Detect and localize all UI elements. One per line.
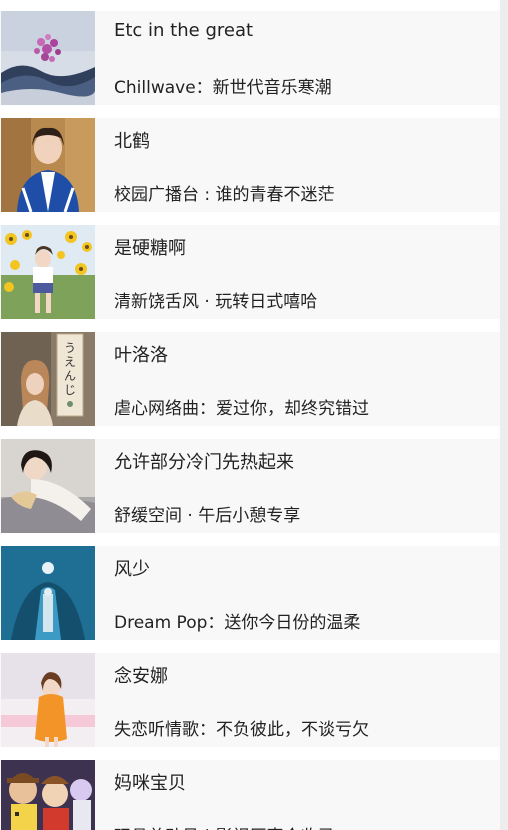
playlist-title[interactable]: 北鹤 (114, 127, 150, 153)
list-item[interactable]: 允许部分冷门先热起来 舒缓空间 · 午后小憩专享 (0, 439, 500, 533)
playlist-cover[interactable]: う え ん じ (1, 332, 95, 426)
playlist-title[interactable]: 允许部分冷门先热起来 (114, 448, 294, 474)
playlist-cover[interactable] (1, 546, 95, 640)
playlist-title[interactable]: 叶洛洛 (114, 341, 168, 367)
playlist-subtitle[interactable]: 虐心网络曲：爱过你，却终究错过 (114, 394, 369, 419)
playlist-cover[interactable] (1, 653, 95, 747)
playlist-subtitle[interactable]: 玩具总动员 | 影视原声合收录 (114, 822, 335, 830)
svg-text:じ: じ (64, 383, 76, 397)
scrollbar-thumb[interactable] (500, 0, 508, 830)
playlist-title[interactable]: 妈咪宝贝 (114, 769, 186, 795)
playlist-list: Etc in the great Chillwave：新世代音乐寒潮 北鹤 校园… (0, 0, 508, 830)
list-item[interactable]: Etc in the great Chillwave：新世代音乐寒潮 (0, 11, 500, 105)
cover-image-blue-ocean-figure (1, 546, 95, 640)
cover-image-girl-orange-dress (1, 653, 95, 747)
list-item[interactable]: 妈咪宝贝 玩具总动员 | 影视原声合收录 (0, 760, 500, 830)
station-sign-kana: う (64, 341, 76, 355)
playlist-cover[interactable] (1, 439, 95, 533)
svg-text:え: え (64, 355, 76, 369)
list-item[interactable]: 是硬糖啊 清新饶舌风 · 玩转日式嘻哈 (0, 225, 500, 319)
playlist-subtitle[interactable]: 舒缓空间 · 午后小憩专享 (114, 501, 300, 526)
cover-image-girl-resting (1, 439, 95, 533)
playlist-subtitle[interactable]: 清新饶舌风 · 玩转日式嘻哈 (114, 287, 317, 312)
list-item[interactable]: 北鹤 校园广播台 : 谁的青春不迷茫 (0, 118, 500, 212)
playlist-title[interactable]: 念安娜 (114, 662, 168, 688)
playlist-title[interactable]: Etc in the great (114, 20, 253, 41)
playlist-cover[interactable] (1, 225, 95, 319)
playlist-subtitle[interactable]: 失恋听情歌：不负彼此，不谈亏欠 (114, 715, 369, 740)
playlist-cover[interactable] (1, 760, 95, 830)
cover-image-toy-story-characters (1, 760, 95, 830)
playlist-subtitle[interactable]: Dream Pop：送你今日份的温柔 (114, 608, 360, 633)
playlist-cover[interactable] (1, 118, 95, 212)
playlist-subtitle[interactable]: 校园广播台 : 谁的青春不迷茫 (114, 180, 335, 205)
playlist-subtitle[interactable]: Chillwave：新世代音乐寒潮 (114, 73, 332, 98)
list-item[interactable]: う え ん じ 叶洛洛 虐心网络曲：爱过你，却终究错过 (0, 332, 500, 426)
playlist-cover[interactable] (1, 11, 95, 105)
list-item[interactable]: 风少 Dream Pop：送你今日份的温柔 (0, 546, 500, 640)
playlist-title[interactable]: 是硬糖啊 (114, 234, 186, 260)
playlist-title[interactable]: 风少 (114, 555, 150, 581)
scrollbar-track[interactable] (500, 0, 508, 830)
svg-text:ん: ん (64, 369, 76, 383)
cover-image-sunflowers-anime (1, 225, 95, 319)
list-item[interactable]: 念安娜 失恋听情歌：不负彼此，不谈亏欠 (0, 653, 500, 747)
cover-image-wave-art (1, 11, 95, 105)
cover-image-girl-in-jacket (1, 118, 95, 212)
cover-image-girl-at-station: う え ん じ (1, 332, 95, 426)
